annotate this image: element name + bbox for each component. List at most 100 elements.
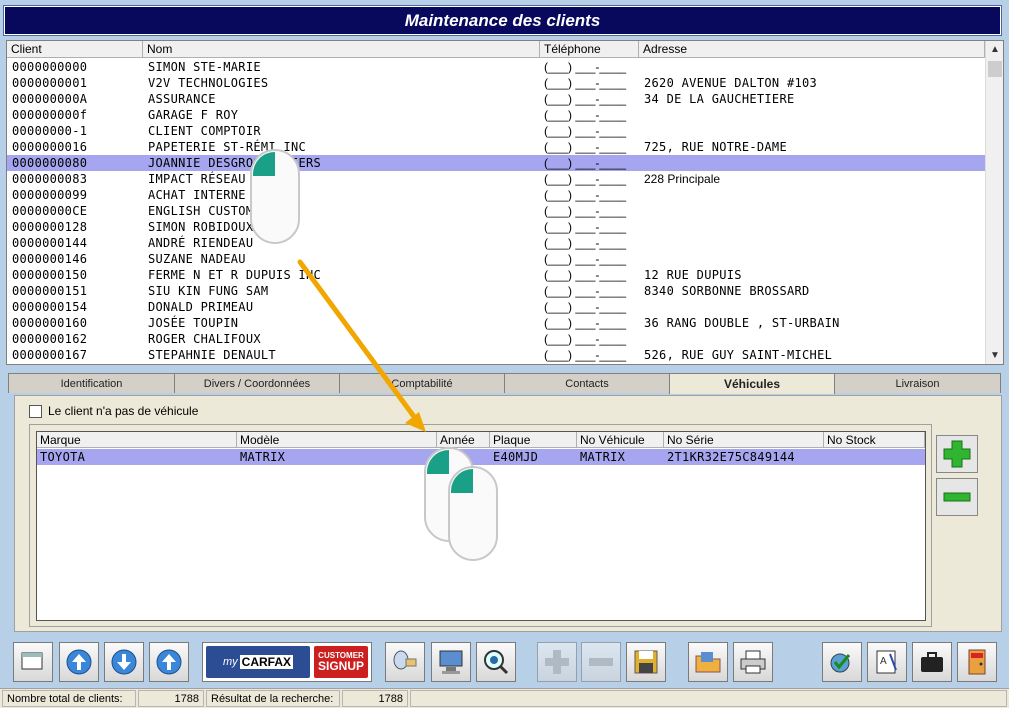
exit-button[interactable] (957, 642, 997, 682)
tab-vehicules[interactable]: Véhicules (669, 373, 835, 394)
vehicle-row[interactable]: TOYOTA MATRIX E40MJD MATRIX 2T1KR32E75C8… (37, 449, 925, 465)
delete-button[interactable] (581, 642, 621, 682)
client-row[interactable]: 000000000f GARAGE F ROY (___) ___-____ (7, 107, 985, 123)
add-button[interactable] (537, 642, 577, 682)
client-row[interactable]: 0000000001 V2V TECHNOLOGIES (___) ___-____… (7, 75, 985, 91)
client-row[interactable]: 0000000167 STEPAHNIE DENAULT (___) ___-___… (7, 347, 985, 363)
no-vehicle-checkbox[interactable] (29, 404, 42, 418)
client-name-cell: FERME N ET R DUPUIS INC (148, 268, 322, 282)
client-name-cell: JOANNIE DESGROSEILLIERS (148, 156, 322, 170)
column-header-no-stock[interactable]: No Stock (824, 432, 925, 448)
view-button[interactable] (476, 642, 516, 682)
client-id-cell: 00000000-1 (12, 124, 88, 138)
client-row[interactable]: 0000000080 JOANNIE DESGROSEILLIERS (___) _… (7, 155, 985, 171)
client-row[interactable]: 0000000151 SIU KIN FUNG SAM (___) ___-____… (7, 283, 985, 299)
client-id-cell: 000000000f (12, 108, 88, 122)
client-name-cell: GARAGE F ROY (148, 108, 239, 122)
bottom-toolbar: my CARFAX CUSTOMER SIGNUP A (0, 640, 1009, 688)
client-row[interactable]: 00000000CE ENGLISH CUSTOMER (___) ___-____ (7, 203, 985, 219)
client-address-cell: 228 Principale (644, 172, 721, 186)
print-button[interactable] (733, 642, 773, 682)
add-vehicle-button[interactable] (936, 435, 978, 473)
next-record-button[interactable] (104, 642, 144, 682)
client-id-cell: 0000000000 (12, 60, 88, 74)
column-header-no-vehicule[interactable]: No Véhicule (577, 432, 664, 448)
no-vehicle-label: Le client n'a pas de véhicule (48, 404, 199, 418)
client-row[interactable]: 0000000162 ROGER CHALIFOUX (___) ___-____ (7, 331, 985, 347)
no-vehicle-option[interactable]: Le client n'a pas de véhicule (29, 404, 198, 418)
computer-button[interactable] (431, 642, 471, 682)
client-id-cell: 0000000128 (12, 220, 88, 234)
scrollbar-thumb[interactable] (988, 61, 1002, 77)
client-address-cell: 12 RUE DUPUIS (644, 268, 742, 282)
column-header-annee[interactable]: Année (437, 432, 490, 448)
client-phone-cell: (___) ___-____ (544, 316, 627, 330)
scroll-up-arrow-icon[interactable]: ▲ (986, 41, 1003, 58)
carfax-signup-bottom: SIGNUP (317, 659, 364, 673)
tab-contacts[interactable]: Contacts (504, 373, 670, 393)
plus-icon (545, 650, 569, 674)
client-name-cell: DONALD PRIMEAU (148, 300, 254, 314)
tab-comptabilite[interactable]: Comptabilité (339, 373, 505, 393)
client-address-cell: 36 RANG DOUBLE , ST-URBAIN (644, 316, 840, 330)
column-header-telephone[interactable]: Téléphone (540, 41, 639, 58)
tab-identification[interactable]: Identification (8, 373, 175, 393)
client-row[interactable]: 0000000144 ANDRÉ RIENDEAU (___) ___-____ (7, 235, 985, 251)
client-id-cell: 0000000146 (12, 252, 88, 266)
client-phone-cell: (___) ___-____ (544, 92, 627, 106)
column-header-plaque[interactable]: Plaque (490, 432, 577, 448)
client-phone-cell: (___) ___-____ (544, 284, 627, 298)
plus-icon (943, 440, 971, 468)
column-header-no-serie[interactable]: No Série (664, 432, 824, 448)
minus-icon (943, 492, 971, 502)
client-row[interactable]: 0000000150 FERME N ET R DUPUIS INC (___) _… (7, 267, 985, 283)
client-grid-header: Client Nom Téléphone Adresse (7, 41, 985, 58)
client-row[interactable]: 0000000083 IMPACT RÉSEAU (___) ___-____ 228… (7, 171, 985, 187)
column-header-marque[interactable]: Marque (37, 432, 237, 448)
spelling-button[interactable]: A (867, 642, 907, 682)
checklist-button[interactable] (822, 642, 862, 682)
client-list-grid[interactable]: Client Nom Téléphone Adresse 0000000000 S… (6, 40, 1004, 365)
vehicle-modele: MATRIX (240, 450, 286, 464)
column-header-nom[interactable]: Nom (143, 41, 540, 58)
save-button[interactable] (626, 642, 666, 682)
client-phone-cell: (___) ___-____ (544, 156, 627, 170)
search-result-label: Résultat de la recherche: (206, 690, 340, 707)
client-row[interactable]: 0000000154 DONALD PRIMEAU (___) ___-____ (7, 299, 985, 315)
client-grid-scrollbar[interactable]: ▲ ▼ (985, 41, 1003, 364)
client-address-cell: 34 DE LA GAUCHETIERE (644, 92, 795, 106)
client-id-cell: 0000000160 (12, 316, 88, 330)
tab-divers-coordonnees[interactable]: Divers / Coordonnées (174, 373, 340, 393)
column-header-client[interactable]: Client (7, 41, 143, 58)
column-header-adresse[interactable]: Adresse (639, 41, 985, 58)
column-header-modele[interactable]: Modèle (237, 432, 437, 448)
client-phone-cell: (___) ___-____ (544, 172, 627, 186)
client-id-cell: 0000000080 (12, 156, 88, 170)
window-icon (21, 652, 43, 670)
briefcase-button[interactable] (912, 642, 952, 682)
client-row[interactable]: 0000000160 JOSÉE TOUPIN (___) ___-____ 36 R… (7, 315, 985, 331)
first-record-button[interactable] (59, 642, 99, 682)
vehicle-list-grid[interactable]: Marque Modèle Année Plaque No Véhicule N… (36, 431, 926, 621)
client-row[interactable]: 0000000016 PAPETERIE ST-RÉMI INC (___) ___… (7, 139, 985, 155)
previous-record-button[interactable] (149, 642, 189, 682)
client-row[interactable]: 0000000146 SUZANE NADEAU (___) ___-____ (7, 251, 985, 267)
floppy-disk-icon (634, 650, 658, 674)
client-row[interactable]: 00000000-1 CLIENT COMPTOIR (___) ___-____ (7, 123, 985, 139)
tab-livraison[interactable]: Livraison (834, 373, 1001, 393)
open-folder-button[interactable] (688, 642, 728, 682)
client-row[interactable]: 0000000128 SIMON ROBIDOUX (___) ___-____ (7, 219, 985, 235)
client-row[interactable]: 000000000A ASSURANCE (___) ___-____ 34 DE L… (7, 91, 985, 107)
eye-magnifier-icon (484, 650, 509, 675)
scroll-down-arrow-icon[interactable]: ▼ (986, 347, 1003, 364)
remove-vehicle-button[interactable] (936, 478, 978, 516)
carfax-brand: CARFAX (239, 655, 293, 669)
carfax-signup-button[interactable]: my CARFAX CUSTOMER SIGNUP (202, 642, 372, 682)
window-button[interactable] (13, 642, 53, 682)
client-row[interactable]: 0000000000 SIMON STE-MARIE (___) ___-____ (7, 59, 985, 75)
client-row[interactable]: 0000000099 ACHAT INTERNE (___) ___-____ (7, 187, 985, 203)
total-clients-value: 1788 (138, 690, 204, 707)
client-name-cell: PAPETERIE ST-RÉMI INC (148, 140, 307, 154)
search-button[interactable] (385, 642, 425, 682)
vehicle-no-vehicule: MATRIX (580, 450, 626, 464)
